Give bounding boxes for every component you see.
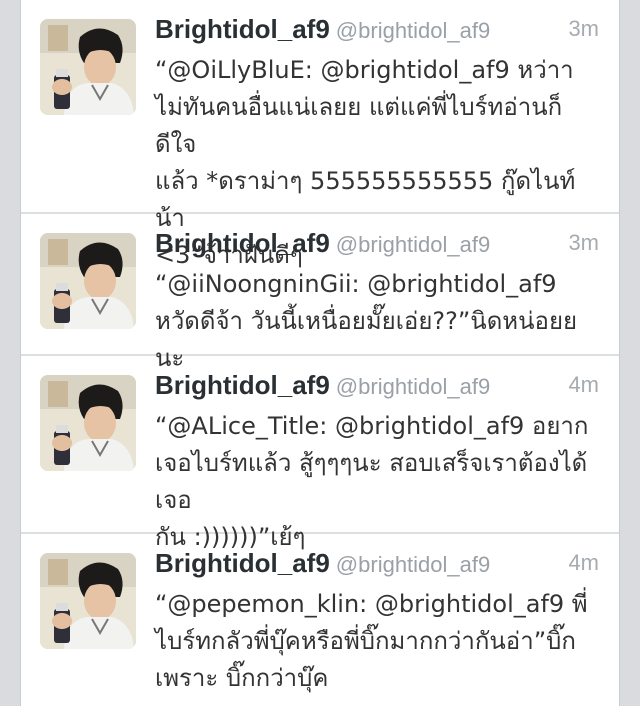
tweet-text-line: เจอไบร์ทแล้ว สู้ๆๆๆนะ สอบเสร็จเราต้องได้… (155, 449, 588, 514)
username[interactable]: @brightidol_af9 (336, 374, 490, 399)
tweet-cell[interactable]: Brightidol_af9 @brightidol_af9 3m “@OiLly… (21, 0, 619, 269)
timestamp: 3m (568, 16, 599, 41)
tweet-header: Brightidol_af9 @brightidol_af9 3m (155, 14, 599, 48)
username[interactable]: @brightidol_af9 (336, 18, 490, 43)
tweet-text-line: “@OiLlyBluE: @brightidol_af9 หว่าา (155, 56, 574, 84)
tweet-text: “@pepemon_klin: @brightidol_af9 พี่ ไบร์… (155, 586, 603, 697)
profile-photo-icon (40, 233, 136, 329)
timestamp: 4m (568, 550, 599, 575)
tweet-header: Brightidol_af9 @brightidol_af9 4m (155, 370, 599, 404)
profile-photo-icon (40, 19, 136, 115)
tweet-text-line: “@ALice_Title: @brightidol_af9 อยาก (155, 412, 589, 440)
display-name[interactable]: Brightidol_af9 (155, 370, 330, 400)
username[interactable]: @brightidol_af9 (336, 552, 490, 577)
display-name[interactable]: Brightidol_af9 (155, 14, 330, 44)
display-name[interactable]: Brightidol_af9 (155, 548, 330, 578)
tweet-cell[interactable]: Brightidol_af9 @brightidol_af9 4m “@pepem… (21, 534, 619, 706)
tweet-cell[interactable]: Brightidol_af9 @brightidol_af9 4m “@ALice… (21, 356, 619, 551)
timestamp: 3m (568, 230, 599, 255)
tweet-header: Brightidol_af9 @brightidol_af9 3m (155, 228, 599, 262)
tweet-header: Brightidol_af9 @brightidol_af9 4m (155, 548, 599, 582)
avatar[interactable] (40, 553, 136, 649)
tweet-text-line: ไม่ทันคนอื่นแน่เลยย แต่แค่พี่ไบร์ทอ่านก็… (155, 93, 563, 158)
display-name[interactable]: Brightidol_af9 (155, 228, 330, 258)
tweet-text-line: “@iiNoongninGii: @brightidol_af9 (155, 270, 557, 298)
tweet-text-line: เพราะ บิ๊กกว่าบุ๊ค (155, 664, 329, 692)
timestamp: 4m (568, 372, 599, 397)
avatar[interactable] (40, 233, 136, 329)
username[interactable]: @brightidol_af9 (336, 232, 490, 257)
avatar[interactable] (40, 19, 136, 115)
avatar[interactable] (40, 375, 136, 471)
profile-photo-icon (40, 375, 136, 471)
tweet-timeline[interactable]: Brightidol_af9 @brightidol_af9 3m “@OiLly… (20, 0, 620, 706)
tweet-text-line: “@pepemon_klin: @brightidol_af9 พี่ (155, 590, 588, 618)
tweet-cell[interactable]: Brightidol_af9 @brightidol_af9 3m “@iiNoo… (21, 214, 619, 372)
tweet-text-line: ไบร์ทกลัวพี่บุ๊คหรือพี่บิ๊กมากกว่ากันอ่า… (155, 627, 576, 655)
profile-photo-icon (40, 553, 136, 649)
